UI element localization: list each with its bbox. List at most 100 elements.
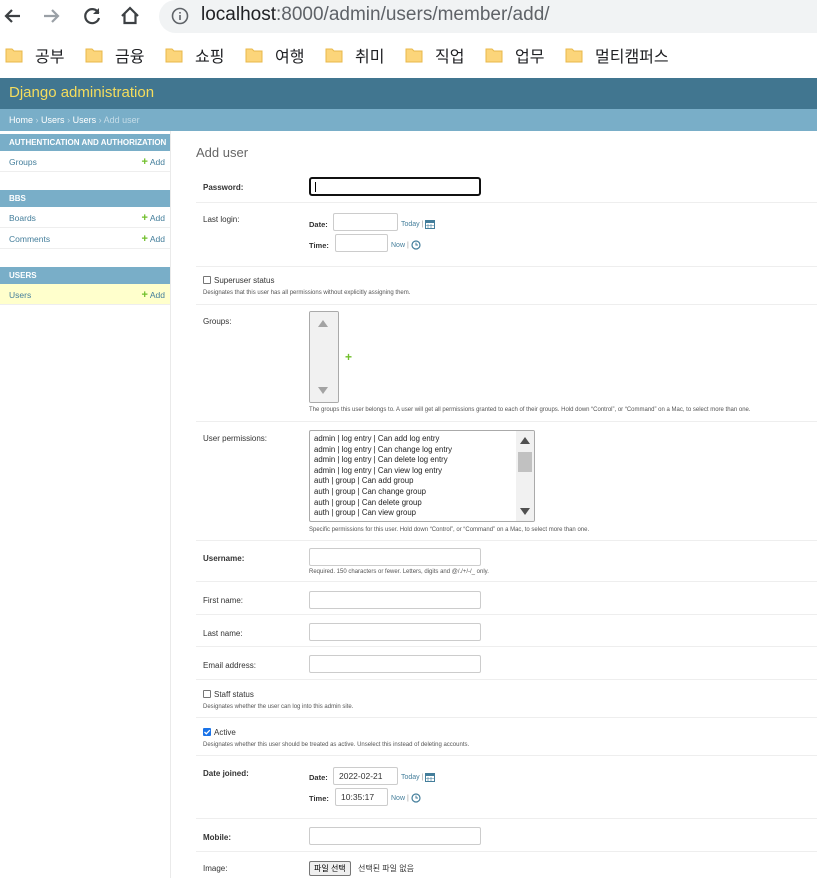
password-input[interactable] [309,177,481,196]
form-row-mobile: Mobile: [196,819,817,852]
bookmark-finance[interactable]: 금융 [85,43,144,67]
text-caret [315,182,316,192]
last-name-input[interactable] [309,623,481,641]
checkbox-label[interactable]: Active [214,728,236,737]
checkbox-label[interactable]: Superuser status [214,276,274,285]
field-label: Mobile: [203,833,231,842]
model-link[interactable]: Groups [9,157,37,167]
superuser-checkbox[interactable] [203,276,211,284]
date-joined-date-input[interactable]: 2022-02-21 [333,767,398,785]
reload-button[interactable] [79,3,105,29]
mobile-input[interactable] [309,827,481,845]
breadcrumb-app[interactable]: Users [41,115,65,125]
file-choose-button[interactable]: 파일 선택 [309,861,351,876]
back-button[interactable] [0,3,26,29]
clock-icon[interactable] [411,240,421,250]
url-text[interactable]: localhost:8000/admin/users/member/add/ [201,4,550,26]
page-title: Add user [196,145,249,160]
select-option[interactable]: auth | group | Can add group [310,476,534,487]
scroll-thumb[interactable] [518,452,532,472]
add-link[interactable]: + Add [142,233,165,245]
breadcrumb-separator: › [67,115,71,125]
bookmark-work[interactable]: 업무 [485,43,544,67]
folder-icon [165,48,183,63]
scroll-up-icon[interactable] [318,320,328,327]
bookmark-hobby[interactable]: 취미 [325,43,384,67]
main-content: Add user Password: Last login: Date: Tod… [171,131,817,878]
now-shortcut: Now | [391,793,421,803]
bookmark-multicampus[interactable]: 멀티캠퍼스 [565,43,669,67]
checkbox-label[interactable]: Staff status [214,690,254,699]
calendar-icon[interactable] [425,772,436,782]
breadcrumb-model[interactable]: Users [73,115,97,125]
info-icon[interactable] [171,7,189,25]
today-link[interactable]: Today [401,774,420,781]
bookmark-shopping[interactable]: 쇼핑 [165,43,224,67]
last-login-date-input[interactable] [333,213,398,231]
scrollbar[interactable] [516,431,534,521]
select-option[interactable]: admin | log entry | Can view log entry [310,466,534,477]
help-text: Designates that this user has all permis… [203,290,411,296]
home-button[interactable] [117,3,143,29]
first-name-input[interactable] [309,591,481,609]
breadcrumb-home[interactable]: Home [9,115,33,125]
address-bar[interactable]: localhost:8000/admin/users/member/add/ [159,0,817,33]
calendar-icon[interactable] [425,219,436,229]
select-option[interactable]: auth | group | Can delete group [310,498,534,509]
module-caption[interactable]: BBS [0,190,170,207]
sidebar-item-groups: Groups + Add [0,151,170,172]
model-link[interactable]: Boards [9,213,36,223]
add-link[interactable]: + Add [142,156,165,168]
clock-icon[interactable] [411,793,421,803]
time-label: Time: [309,794,329,803]
site-brand[interactable]: Django administration [9,84,154,101]
module-auth: Authentication and Authorization Groups … [0,134,170,172]
username-input[interactable] [309,548,481,566]
staff-checkbox[interactable] [203,690,211,698]
add-group-button[interactable]: + [345,350,352,364]
module-caption[interactable]: Users [0,267,170,284]
last-login-time-input[interactable] [335,234,388,252]
model-link[interactable]: Comments [9,234,50,244]
active-checkbox[interactable] [203,728,211,736]
scrollbar[interactable] [310,312,338,402]
groups-select[interactable] [309,311,339,403]
form-row-groups: Groups: + The groups this user belongs t… [196,305,817,422]
select-option[interactable]: admin | log entry | Can delete log entry [310,455,534,466]
help-text: Designates whether this user should be t… [203,742,470,748]
forward-arrow-icon [44,9,60,23]
module-caption[interactable]: Authentication and Authorization [0,134,170,151]
email-field[interactable] [309,655,481,673]
now-shortcut: Now | [391,240,421,250]
date-label: Date: [309,773,328,782]
form-row-superuser: Superuser status Designates that this us… [196,267,817,305]
select-option[interactable]: auth | group | Can view group [310,508,534,519]
user-permissions-select[interactable]: admin | log entry | Can add log entry ad… [309,430,535,522]
bookmark-job[interactable]: 직업 [405,43,464,67]
today-link[interactable]: Today [401,221,420,228]
select-option[interactable]: admin | log entry | Can add log entry [310,434,534,445]
model-link[interactable]: Users [9,290,31,300]
bookmark-study[interactable]: 공부 [5,43,64,67]
breadcrumb-current: Add user [103,115,140,125]
add-link[interactable]: + Add [142,212,165,224]
form-row-last-name: Last name: [196,615,817,647]
forward-button[interactable] [38,3,64,29]
field-label: Groups: [203,317,232,326]
add-icon: + [141,289,148,301]
add-link[interactable]: + Add [142,289,165,301]
bookmark-travel[interactable]: 여행 [245,43,304,67]
select-option[interactable]: admin | log entry | Can change log entry [310,445,534,456]
now-link[interactable]: Now [391,242,405,249]
field-label: Password: [203,183,244,192]
add-icon: + [141,156,148,168]
scroll-down-icon[interactable] [520,508,530,515]
back-arrow-icon [4,9,20,23]
select-option[interactable]: auth | group | Can change group [310,487,534,498]
scroll-up-icon[interactable] [520,437,530,444]
date-joined-time-input[interactable]: 10:35:17 [335,788,388,806]
scroll-down-icon[interactable] [318,387,328,394]
field-label: Date joined: [203,769,249,778]
form-row-image: Image: 파일 선택 선택된 파일 없음 [196,852,817,878]
now-link[interactable]: Now [391,795,405,802]
